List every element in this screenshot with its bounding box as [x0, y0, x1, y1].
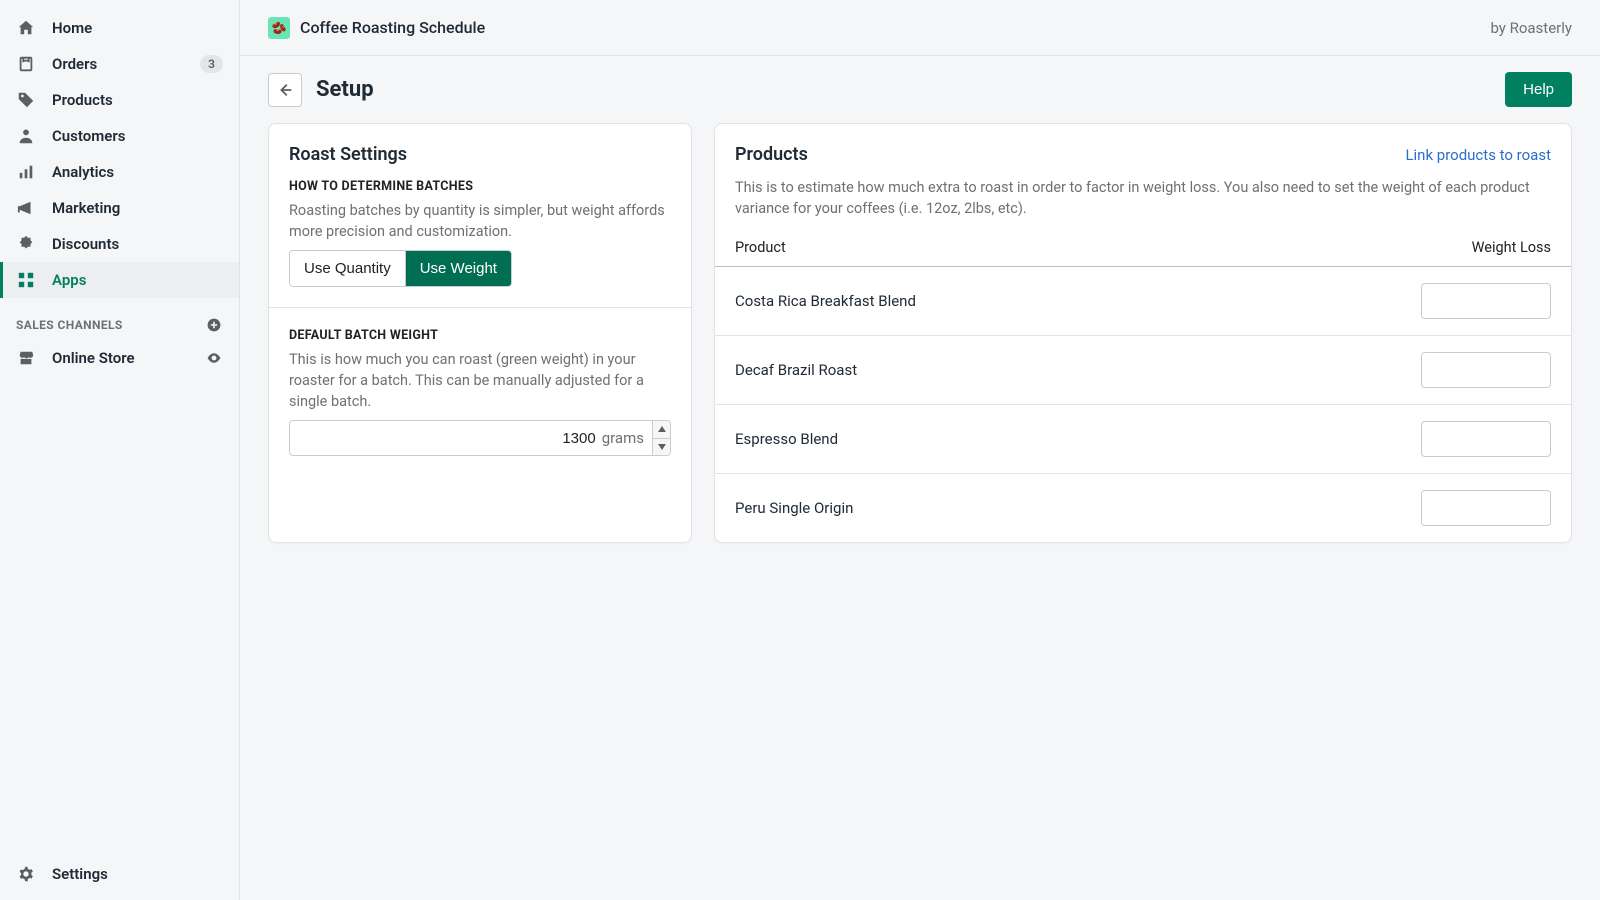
app-header: 🫘 Coffee Roasting Schedule by Roasterly	[240, 0, 1600, 56]
nav-label: Discounts	[52, 235, 119, 253]
product-name: Espresso Blend	[735, 430, 1421, 448]
products-table-body: Costa Rica Breakfast Blend % Decaf Brazi…	[715, 267, 1571, 542]
stepper-up-button[interactable]	[653, 421, 670, 438]
nav-label: Products	[52, 91, 113, 109]
roast-settings-title: Roast Settings	[289, 144, 671, 165]
product-row: Peru Single Origin %	[715, 474, 1571, 542]
sales-channels-header: SALES CHANNELS	[0, 298, 239, 340]
nav-apps[interactable]: Apps	[0, 262, 239, 298]
default-weight-help: This is how much you can roast (green we…	[289, 349, 671, 412]
nav-customers[interactable]: Customers	[0, 118, 239, 154]
product-name: Costa Rica Breakfast Blend	[735, 292, 1421, 310]
product-row: Costa Rica Breakfast Blend %	[715, 267, 1571, 336]
sidebar: Home Orders 3 Products Customers Analyti…	[0, 0, 240, 900]
use-quantity-button[interactable]: Use Quantity	[290, 251, 405, 286]
batches-label: HOW TO DETERMINE BATCHES	[289, 179, 671, 194]
nav-label: Online Store	[52, 349, 135, 367]
default-batch-weight-input[interactable]	[290, 421, 602, 455]
main-area: 🫘 Coffee Roasting Schedule by Roasterly …	[240, 0, 1600, 900]
home-icon	[16, 18, 36, 38]
bar-chart-icon	[16, 162, 36, 182]
person-icon	[16, 126, 36, 146]
sales-channels-label: SALES CHANNELS	[16, 318, 123, 332]
weight-loss-field: %	[1421, 421, 1551, 457]
app-logo-icon: 🫘	[268, 17, 290, 39]
tag-icon	[16, 90, 36, 110]
stepper-down-button[interactable]	[653, 438, 670, 456]
help-button[interactable]: Help	[1505, 72, 1572, 107]
default-weight-label: DEFAULT BATCH WEIGHT	[289, 328, 671, 343]
col-loss-header: Weight Loss	[1421, 239, 1551, 256]
page-title-bar: Setup Help	[240, 56, 1600, 113]
nav-online-store[interactable]: Online Store	[0, 340, 239, 376]
nav-orders[interactable]: Orders 3	[0, 46, 239, 82]
nav-label: Settings	[52, 865, 108, 883]
content: Roast Settings HOW TO DETERMINE BATCHES …	[240, 113, 1600, 553]
weight-loss-input[interactable]	[1422, 422, 1551, 456]
link-products-link[interactable]: Link products to roast	[1405, 146, 1551, 164]
products-table-header: Product Weight Loss	[715, 229, 1571, 267]
products-card: Products Link products to roast This is …	[714, 123, 1572, 543]
orders-icon	[16, 54, 36, 74]
megaphone-icon	[16, 198, 36, 218]
products-help: This is to estimate how much extra to ro…	[735, 177, 1551, 219]
roast-settings-card: Roast Settings HOW TO DETERMINE BATCHES …	[268, 123, 692, 543]
product-row: Decaf Brazil Roast %	[715, 336, 1571, 405]
nav-settings[interactable]: Settings	[0, 856, 239, 900]
nav-marketing[interactable]: Marketing	[0, 190, 239, 226]
nav-label: Analytics	[52, 163, 114, 181]
store-icon	[16, 348, 36, 368]
nav-discounts[interactable]: Discounts	[0, 226, 239, 262]
view-store-button[interactable]	[205, 349, 223, 367]
use-weight-button[interactable]: Use Weight	[405, 251, 511, 286]
back-button[interactable]	[268, 73, 302, 107]
weight-loss-field: %	[1421, 490, 1551, 526]
nav-label: Orders	[52, 55, 97, 73]
weight-loss-input[interactable]	[1422, 491, 1551, 525]
products-title: Products	[735, 144, 808, 165]
weight-loss-input[interactable]	[1422, 353, 1551, 387]
nav-label: Apps	[52, 271, 86, 289]
gear-icon	[16, 864, 36, 884]
nav-label: Marketing	[52, 199, 120, 217]
orders-badge: 3	[200, 55, 223, 73]
batches-segmented: Use Quantity Use Weight	[289, 250, 512, 287]
col-product-header: Product	[735, 239, 1421, 256]
default-batch-weight-field: grams	[289, 420, 671, 456]
apps-icon	[16, 270, 36, 290]
weight-loss-input[interactable]	[1422, 284, 1551, 318]
nav-products[interactable]: Products	[0, 82, 239, 118]
page-title: Setup	[316, 77, 374, 102]
product-name: Peru Single Origin	[735, 499, 1421, 517]
product-name: Decaf Brazil Roast	[735, 361, 1421, 379]
app-name: Coffee Roasting Schedule	[300, 18, 485, 37]
add-channel-button[interactable]	[205, 316, 223, 334]
default-batch-weight-unit: grams	[602, 421, 652, 455]
batches-help: Roasting batches by quantity is simpler,…	[289, 200, 671, 242]
app-brand: by Roasterly	[1490, 19, 1572, 37]
nav-label: Home	[52, 19, 92, 37]
discount-icon	[16, 234, 36, 254]
nav-label: Customers	[52, 127, 125, 145]
weight-loss-field: %	[1421, 283, 1551, 319]
weight-loss-field: %	[1421, 352, 1551, 388]
arrow-left-icon	[276, 81, 294, 99]
nav-home[interactable]: Home	[0, 10, 239, 46]
nav-analytics[interactable]: Analytics	[0, 154, 239, 190]
product-row: Espresso Blend %	[715, 405, 1571, 474]
